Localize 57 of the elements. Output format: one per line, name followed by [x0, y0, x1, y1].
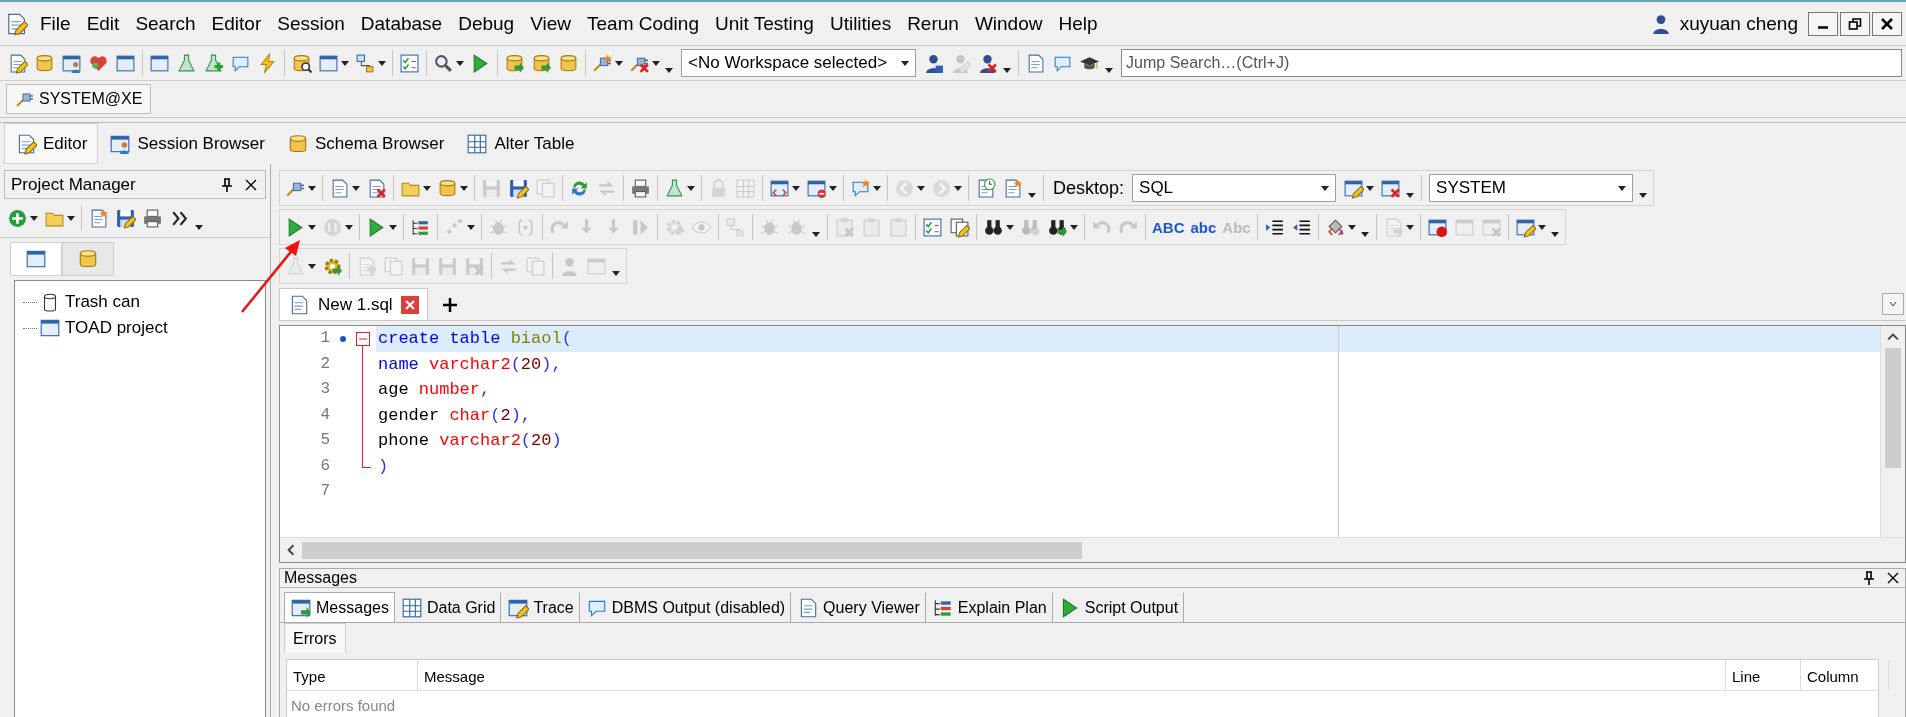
- menu-item[interactable]: Edit: [78, 12, 128, 35]
- menu-item[interactable]: Session: [269, 12, 353, 35]
- empty-message: No errors found: [290, 696, 397, 716]
- output-tab[interactable]: Messages: [284, 592, 395, 622]
- menu-item[interactable]: File: [32, 12, 79, 35]
- menu-item[interactable]: Utilities: [821, 12, 900, 35]
- code-line: ): [377, 455, 390, 478]
- user-name: xuyuan cheng: [1679, 12, 1798, 35]
- line-number: 4: [319, 404, 331, 426]
- output-tab[interactable]: Data Grid: [394, 592, 502, 622]
- column-header[interactable]: Column: [1801, 660, 1889, 690]
- column-header[interactable]: Message: [418, 660, 1726, 690]
- connection-tab[interactable]: SYSTEM@XE: [6, 84, 152, 114]
- menu-item[interactable]: Unit Testing: [706, 12, 822, 35]
- case-button[interactable]: ABC: [1149, 212, 1188, 242]
- output-tab[interactable]: Script Output: [1052, 592, 1185, 622]
- menu-item[interactable]: Editor: [203, 12, 270, 35]
- line-number: 5: [319, 430, 331, 451]
- search-field[interactable]: Jump Search…(Ctrl+J): [1121, 49, 1902, 77]
- menu-item[interactable]: Help: [1050, 12, 1106, 35]
- tree-item[interactable]: TOAD project: [65, 318, 168, 338]
- menu-item[interactable]: Rerun: [899, 12, 967, 35]
- tree-item[interactable]: Trash can: [65, 292, 140, 312]
- panel-title: Messages: [284, 569, 357, 587]
- menu-item[interactable]: Team Coding: [579, 12, 707, 35]
- output-tab[interactable]: DBMS Output (disabled): [579, 592, 792, 622]
- menu-item[interactable]: View: [522, 12, 579, 35]
- panel-title: Project Manager: [11, 174, 136, 195]
- toolbar-label: Desktop:: [1053, 177, 1125, 199]
- menu-item[interactable]: Debug: [450, 12, 523, 35]
- window-tab[interactable]: Editor: [4, 123, 99, 164]
- combo-box[interactable]: SQL: [1132, 174, 1337, 202]
- menu-item[interactable]: Database: [352, 12, 451, 35]
- code-line: name varchar2(20),: [377, 353, 563, 376]
- code-line: gender char(2),: [377, 404, 533, 427]
- column-header[interactable]: Type: [287, 660, 418, 690]
- menu-item[interactable]: Search: [127, 12, 204, 35]
- line-number: 7: [319, 481, 331, 502]
- window-tab[interactable]: Alter Table: [455, 123, 586, 164]
- line-number: 3: [319, 379, 331, 400]
- menu-item[interactable]: Window: [966, 12, 1051, 35]
- case-button[interactable]: abc: [1187, 212, 1220, 242]
- output-tab[interactable]: Explain Plan: [925, 592, 1053, 622]
- output-tab[interactable]: Query Viewer: [791, 592, 926, 622]
- combo-box[interactable]: SYSTEM: [1429, 174, 1634, 202]
- column-header[interactable]: Line: [1726, 660, 1801, 690]
- window-tab[interactable]: Session Browser: [98, 123, 276, 164]
- line-number: 6: [319, 455, 331, 477]
- line-number: 1: [319, 328, 331, 349]
- code-line: phone varchar2(20): [377, 430, 563, 452]
- output-tab[interactable]: Trace: [501, 592, 580, 622]
- code-line: age number,: [377, 379, 492, 401]
- file-tab[interactable]: New 1.sql: [279, 288, 428, 320]
- errors-tab[interactable]: Errors: [284, 623, 346, 653]
- window-tab[interactable]: Schema Browser: [276, 123, 456, 164]
- combo-box[interactable]: <No Workspace selected>: [681, 49, 917, 77]
- line-number: 2: [319, 353, 331, 375]
